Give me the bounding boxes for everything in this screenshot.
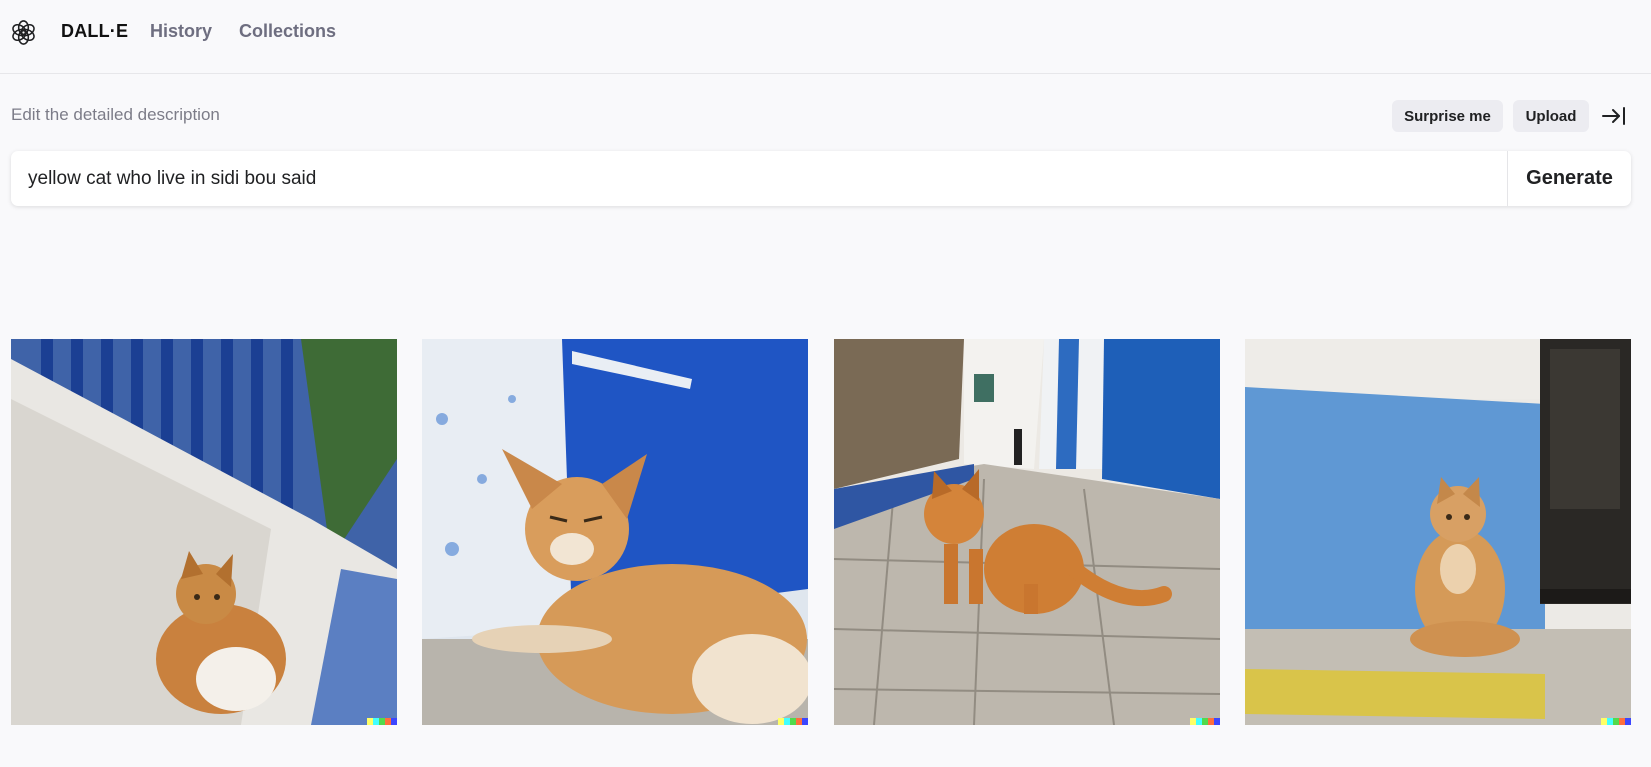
prompt-box: Generate [11,151,1631,206]
result-image-3[interactable] [834,339,1220,725]
result-image-4[interactable] [1245,339,1631,725]
dalle-signature-icon [778,718,808,725]
prompt-input[interactable] [11,151,1507,206]
cat-image [834,339,1220,725]
brand-link[interactable]: DALL·E [61,21,128,42]
arrow-right-to-bar-icon[interactable] [1601,104,1627,128]
top-navigation-bar: DALL·E History Collections [0,0,1651,74]
cat-image [422,339,808,725]
generate-button[interactable]: Generate [1508,151,1631,206]
dalle-signature-icon [1601,718,1631,725]
nav-history-link[interactable]: History [150,21,212,42]
result-image-1[interactable] [11,339,397,725]
result-image-2[interactable] [422,339,808,725]
dalle-signature-icon [367,718,397,725]
description-label: Edit the detailed description [11,105,220,124]
openai-logo-icon[interactable] [10,19,37,46]
surprise-me-button[interactable]: Surprise me [1392,100,1503,132]
cat-image [11,339,397,725]
cat-image [1245,339,1631,725]
dalle-signature-icon [1190,718,1220,725]
upload-button[interactable]: Upload [1513,100,1589,132]
nav-collections-link[interactable]: Collections [239,21,336,42]
